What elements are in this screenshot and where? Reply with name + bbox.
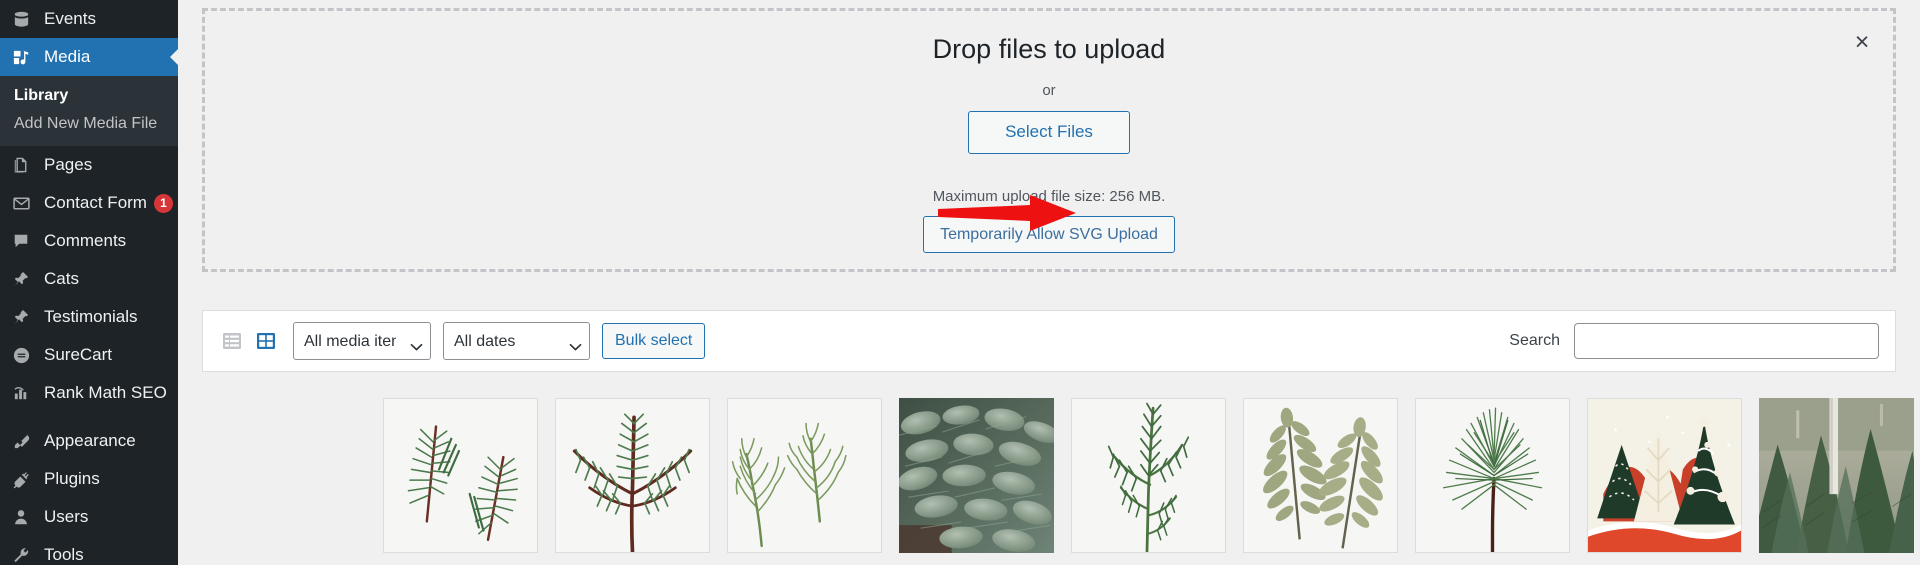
grid-view-icon[interactable]: [253, 328, 279, 354]
surecart-icon: [12, 345, 38, 365]
sidebar-item-label: Testimonials: [44, 307, 138, 326]
bulk-select-button[interactable]: Bulk select: [602, 323, 706, 359]
user-icon: [12, 507, 38, 527]
submenu-label: Add New Media File: [14, 115, 158, 132]
sidebar-item-media[interactable]: Media: [0, 38, 178, 76]
dropzone-title: Drop files to upload: [932, 34, 1166, 64]
media-item-spruce-branch-watercolor[interactable]: [555, 398, 710, 553]
sidebar-item-rank-math-seo[interactable]: Rank Math SEO: [0, 374, 178, 412]
submenu-item-library[interactable]: Library: [0, 82, 178, 110]
dropzone-or-label: or: [1042, 82, 1056, 100]
sidebar-item-label: Pages: [44, 155, 93, 174]
sidebar-item-contact-form[interactable]: Contact Form 1: [0, 184, 178, 222]
sidebar-item-label: Media: [44, 47, 91, 66]
sidebar-item-comments[interactable]: Comments: [0, 222, 178, 260]
media-item-pine-needle-sprigs-watercolor[interactable]: [383, 398, 538, 553]
submenu-label: Library: [14, 87, 69, 104]
sidebar-item-appearance[interactable]: Appearance: [0, 422, 178, 460]
media-icon: [12, 47, 38, 67]
sidebar-item-label: Events: [44, 9, 96, 28]
sidebar-item-label: Users: [44, 507, 89, 526]
events-icon: [12, 9, 38, 29]
sidebar-item-label: Contact Form: [44, 193, 147, 212]
upload-dropzone[interactable]: Drop files to upload or Select Files Max…: [202, 8, 1896, 272]
sidebar-item-label: Rank Math SEO: [44, 383, 167, 402]
sidebar-item-label: Cats: [44, 269, 79, 288]
status-badge: 1: [153, 193, 173, 213]
media-item-tree-farm-rows-photo[interactable]: [1759, 398, 1914, 553]
search-input[interactable]: [1574, 323, 1879, 359]
sidebar-item-users[interactable]: Users: [0, 498, 178, 536]
list-view-icon[interactable]: [219, 328, 245, 354]
media-item-blue-spruce-photo[interactable]: [899, 398, 1054, 553]
max-upload-size-text: Maximum upload file size: 256 MB.: [932, 187, 1166, 205]
search-label: Search: [1509, 332, 1560, 349]
wordpress-admin-media-library: Events Media Library Add New Media File …: [0, 0, 1920, 565]
main-content: Drop files to upload or Select Files Max…: [178, 0, 1920, 565]
rankmath-icon: [12, 383, 38, 403]
media-item-fir-sprig-watercolor[interactable]: [1071, 398, 1226, 553]
media-grid: [383, 398, 1920, 553]
plug-icon: [12, 469, 38, 489]
sidebar-item-label: Appearance: [44, 431, 136, 450]
mail-icon: [12, 193, 38, 213]
sidebar-item-label: Comments: [44, 231, 127, 250]
temporarily-allow-svg-upload-button[interactable]: Temporarily Allow SVG Upload: [923, 215, 1175, 253]
media-type-filter-select[interactable]: All media itemsImagesAudioVideoDocuments…: [293, 322, 431, 360]
view-mode-switch: [219, 328, 279, 354]
media-item-christmas-trees-flat-illustration[interactable]: [1587, 398, 1742, 553]
sidebar-item-plugins[interactable]: Plugins: [0, 460, 178, 498]
submenu-item-add-new-media-file[interactable]: Add New Media File: [0, 110, 178, 138]
media-toolbar: All media itemsImagesAudioVideoDocuments…: [202, 310, 1896, 372]
pin-icon: [12, 269, 38, 289]
sidebar-item-surecart[interactable]: SureCart: [0, 336, 178, 374]
wrench-icon: [12, 545, 38, 565]
sidebar-item-tools[interactable]: Tools: [0, 536, 178, 565]
select-files-button[interactable]: Select Files: [968, 111, 1130, 154]
brush-icon: [12, 431, 38, 451]
search-area: Search: [1509, 323, 1879, 359]
sidebar-divider: [0, 412, 178, 422]
media-item-sage-fern-fronds-watercolor[interactable]: [1243, 398, 1398, 553]
sidebar-item-label: Plugins: [44, 469, 100, 488]
date-filter-wrapper: All dates: [443, 322, 602, 360]
dropzone-inner: Drop files to upload or Select Files Max…: [205, 11, 1893, 269]
close-icon[interactable]: ×: [1845, 25, 1879, 59]
media-item-cedar-fronds-watercolor[interactable]: [727, 398, 882, 553]
media-filter-wrapper: All media itemsImagesAudioVideoDocuments…: [293, 322, 443, 360]
pages-icon: [12, 155, 38, 175]
media-item-long-needle-pine-watercolor[interactable]: [1415, 398, 1570, 553]
sidebar-item-label: SureCart: [44, 345, 113, 364]
pin-icon: [12, 307, 38, 327]
comment-icon: [12, 231, 38, 251]
media-submenu: Library Add New Media File: [0, 76, 178, 146]
sidebar-item-label: Tools: [44, 545, 84, 564]
sidebar-item-pages[interactable]: Pages: [0, 146, 178, 184]
date-filter-select[interactable]: All dates: [443, 322, 590, 360]
sidebar-item-testimonials[interactable]: Testimonials: [0, 298, 178, 336]
sidebar-item-events[interactable]: Events: [0, 0, 178, 38]
admin-sidebar: Events Media Library Add New Media File …: [0, 0, 178, 565]
sidebar-item-cats[interactable]: Cats: [0, 260, 178, 298]
